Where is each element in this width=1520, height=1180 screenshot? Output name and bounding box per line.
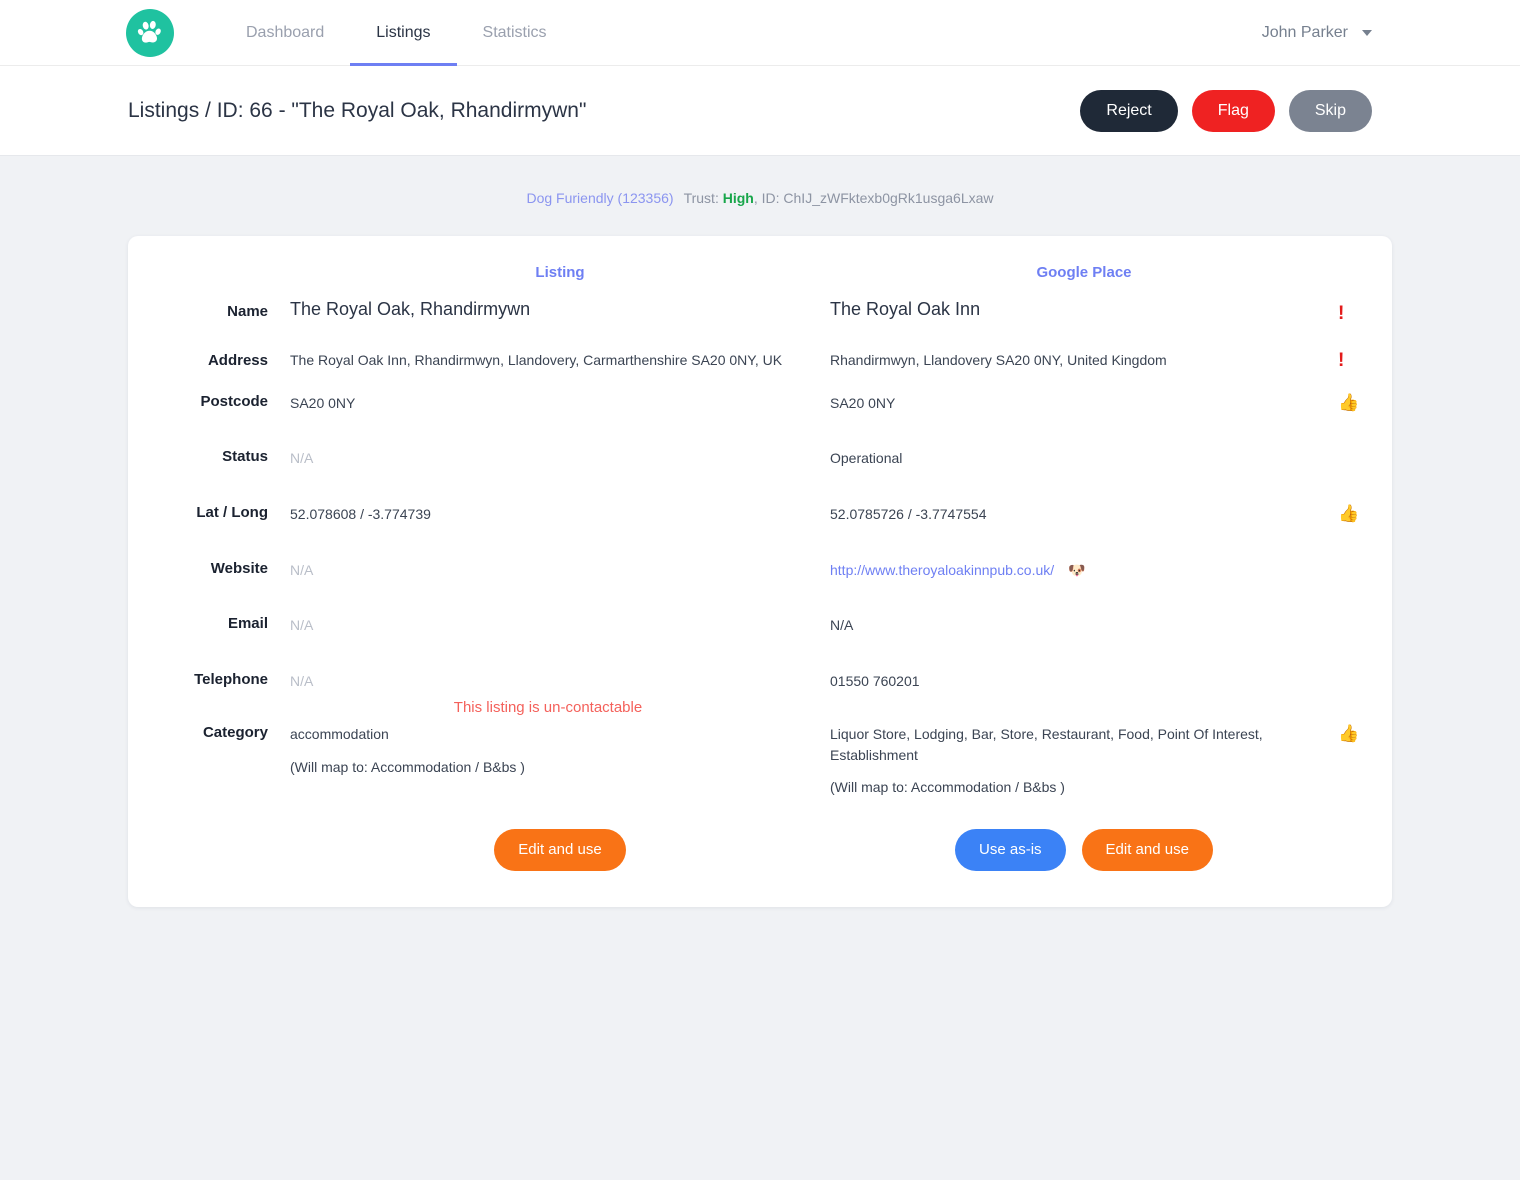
nav-link-dashboard[interactable]: Dashboard	[220, 0, 350, 66]
google-use-as-is-button[interactable]: Use as-is	[955, 828, 1066, 871]
latlong-status-icon: 👍	[1338, 503, 1360, 523]
skip-button[interactable]: Skip	[1288, 89, 1372, 132]
row-label-telephone: Telephone	[194, 671, 268, 689]
nav-link-listings[interactable]: Listings	[350, 0, 457, 66]
listing-address-value: The Royal Oak Inn, Rhandirmwyn, Llandove…	[290, 351, 783, 368]
page-header: Listings / ID: 66 - "The Royal Oak, Rhan…	[0, 66, 1520, 156]
nav-link-statistics[interactable]: Statistics	[457, 0, 573, 66]
row-label-status: Status	[222, 448, 268, 466]
chevron-down-icon[interactable]	[1362, 30, 1372, 36]
listing-postcode-value: SA20 0NY	[290, 394, 356, 411]
google-latlong-value: 52.0785726 / -3.7747554	[830, 505, 987, 522]
column-header-listing: Listing	[535, 264, 585, 281]
comparison-card: Listing Google Place Name The Royal Oak,…	[128, 236, 1392, 907]
google-name-value: The Royal Oak Inn	[830, 299, 981, 319]
google-category-value: Liquor Store, Lodging, Bar, Store, Resta…	[830, 725, 1263, 764]
google-category-cell: Liquor Store, Lodging, Bar, Store, Resta…	[830, 724, 1338, 799]
column-header-google: Google Place	[1036, 264, 1132, 281]
google-postcode-value: SA20 0NY	[830, 394, 896, 411]
category-status-icon: 👍	[1338, 723, 1360, 743]
top-navbar: Dashboard Listings Statistics John Parke…	[0, 0, 1520, 66]
row-label-website: Website	[210, 559, 268, 577]
google-website-cell: http://www.theroyaloakinnpub.co.uk/ 🐶	[830, 560, 1338, 582]
google-actions: Use as-is Edit and use	[830, 828, 1338, 871]
google-status-value: Operational	[830, 450, 903, 467]
header-actions: Reject Flag Skip	[1080, 89, 1372, 132]
paw-print-icon[interactable]	[126, 8, 174, 57]
google-email-value: N/A	[830, 617, 854, 634]
listing-status-value: N/A	[290, 450, 314, 467]
row-label-email: Email	[227, 615, 268, 633]
reject-button[interactable]: Reject	[1080, 89, 1178, 132]
row-label-address: Address	[207, 351, 268, 369]
card-footer-actions: Edit and use Use as-is Edit and use	[128, 828, 1392, 871]
page-title: Listings / ID: 66 - "The Royal Oak, Rhan…	[128, 98, 587, 122]
place-id-label: , ID: ChIJ_zWFktexb0gRk1usga6Lxaw	[753, 190, 994, 206]
row-label-lat-long: Lat / Long	[196, 503, 268, 521]
trust-label: Trust:	[683, 190, 719, 206]
uncontactable-warning: This listing is un-contactable	[453, 698, 643, 716]
listing-actions: Edit and use	[290, 828, 830, 871]
listing-edit-and-use-button[interactable]: Edit and use	[494, 828, 626, 871]
google-category-mapping: (Will map to: Accommodation / B&bs )	[830, 779, 1065, 796]
listing-telephone-value: N/A	[290, 673, 314, 690]
user-menu[interactable]: John Parker	[1262, 0, 1372, 66]
row-label-name: Name	[227, 303, 268, 320]
listing-website-value: N/A	[290, 561, 314, 578]
address-status-icon: !	[1338, 349, 1345, 371]
flag-button[interactable]: Flag	[1191, 89, 1275, 132]
postcode-status-icon: 👍	[1338, 392, 1360, 412]
comparison-grid: Listing Google Place Name The Royal Oak,…	[128, 256, 1392, 799]
listing-meta: Dog Furiendly (123356) Trust: High, ID: C…	[0, 156, 1520, 206]
listing-category-cell: accommodation (Will map to: Accommodatio…	[290, 724, 830, 779]
google-website-link[interactable]: http://www.theroyaloakinnpub.co.uk/	[830, 562, 1054, 578]
trust-value: High	[722, 190, 754, 206]
name-status-icon: !	[1338, 303, 1345, 324]
nav-links: Dashboard Listings Statistics	[220, 0, 573, 66]
google-telephone-value: 01550 760201	[830, 673, 920, 690]
user-name-label: John Parker	[1261, 24, 1348, 41]
dog-face-icon: 🐶	[1068, 561, 1086, 578]
row-label-postcode: Postcode	[200, 392, 268, 410]
listing-email-value: N/A	[290, 617, 314, 634]
listing-category-mapping: (Will map to: Accommodation / B&bs )	[290, 759, 525, 776]
listing-name-value: The Royal Oak, Rhandirmywn	[290, 299, 531, 319]
brand-link[interactable]: Dog Furiendly (123356)	[526, 190, 673, 206]
row-label-category: Category	[202, 723, 268, 741]
google-address-value: Rhandirmwyn, Llandovery SA20 0NY, United…	[830, 351, 1167, 368]
google-edit-and-use-button[interactable]: Edit and use	[1081, 828, 1213, 871]
listing-category-value: accommodation	[290, 725, 389, 742]
listing-latlong-value: 52.078608 / -3.774739	[290, 505, 431, 522]
